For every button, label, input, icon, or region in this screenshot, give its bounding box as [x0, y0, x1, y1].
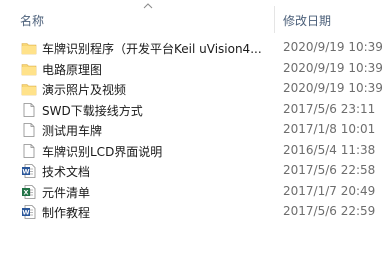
file-name: 测试用车牌 [42, 124, 103, 138]
column-divider[interactable] [274, 6, 275, 33]
file-date-modified: 2016/5/4 11:38 [283, 142, 376, 157]
file-row[interactable]: X 元件清单 2017/1/7 20:49 [0, 182, 386, 203]
file-row[interactable]: W 技术文档 2017/5/6 22:58 [0, 161, 386, 182]
file-row[interactable]: 车牌识别程序（开发平台Keil uVision4... 2020/9/19 10… [0, 38, 386, 59]
file-date-modified: 2017/5/6 22:59 [283, 204, 376, 218]
file-icon [21, 102, 37, 118]
file-date-modified: 2020/9/19 10:39 [283, 60, 383, 75]
file-date-modified: 2020/9/19 10:39 [283, 40, 383, 54]
file-name: 技术文档 [42, 165, 91, 179]
file-row[interactable]: 演示照片及视频 2020/9/19 10:39 [0, 79, 386, 100]
column-header-date-modified[interactable]: 修改日期 [283, 12, 331, 29]
file-name: 车牌识别LCD界面说明 [42, 144, 163, 159]
file-row[interactable]: 车牌识别LCD界面说明 2016/5/4 11:38 [0, 141, 386, 162]
file-name: 车牌识别程序（开发平台Keil uVision4... [42, 42, 262, 56]
file-date-modified: 2020/9/19 10:39 [283, 81, 383, 95]
file-name: 演示照片及视频 [42, 83, 127, 97]
column-header-row: 名称 修改日期 [0, 0, 386, 33]
file-row[interactable]: 测试用车牌 2017/1/8 10:01 [0, 120, 386, 141]
svg-text:W: W [22, 208, 29, 216]
file-icon [21, 122, 37, 138]
file-row[interactable]: 电路原理图 2020/9/19 10:39 [0, 59, 386, 80]
file-icon [21, 143, 37, 159]
file-list: 车牌识别程序（开发平台Keil uVision4... 2020/9/19 10… [0, 38, 386, 223]
excel-icon: X [21, 184, 37, 200]
svg-text:W: W [22, 167, 29, 175]
file-date-modified: 2017/5/6 23:11 [283, 101, 376, 116]
file-date-modified: 2017/1/7 20:49 [283, 183, 376, 198]
file-row[interactable]: SWD下载接线方式 2017/5/6 23:11 [0, 100, 386, 121]
word-doc-icon: W [21, 204, 37, 220]
file-date-modified: 2017/1/8 10:01 [283, 122, 376, 136]
sort-ascending-icon[interactable] [143, 2, 153, 10]
file-row[interactable]: W 制作教程 2017/5/6 22:59 [0, 202, 386, 223]
file-explorer: 名称 修改日期 车牌识别程序（开发平台Keil uVision4... 2020… [0, 0, 386, 264]
folder-icon [21, 81, 37, 97]
svg-text:X: X [23, 188, 28, 196]
column-header-name[interactable]: 名称 [20, 12, 44, 29]
file-name: 制作教程 [42, 206, 91, 220]
file-name: 元件清单 [42, 185, 91, 200]
file-name: SWD下载接线方式 [42, 103, 143, 118]
folder-icon [21, 61, 37, 77]
file-date-modified: 2017/5/6 22:58 [283, 163, 376, 177]
word-doc-icon: W [21, 163, 37, 179]
folder-icon [21, 40, 37, 56]
file-name: 电路原理图 [42, 62, 103, 77]
